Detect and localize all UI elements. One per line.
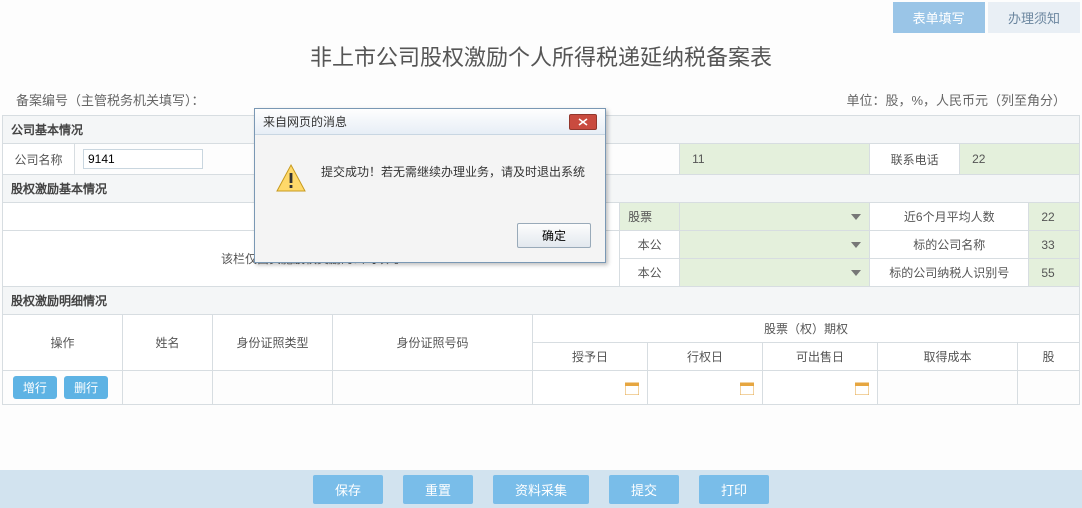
dialog-message: 提交成功！若无需继续办理业务，请及时退出系统	[321, 163, 585, 180]
incentive-dropdown-3[interactable]	[680, 259, 870, 287]
this-company-a: 本公	[620, 231, 680, 259]
col-11-cell: 11	[680, 144, 870, 175]
target-company-label: 标的公司名称	[870, 231, 1029, 259]
col-op: 操作	[3, 315, 123, 371]
tab-instructions[interactable]: 办理须知	[988, 2, 1080, 33]
incentive-dropdown-2[interactable]	[680, 231, 870, 259]
target-tax-id-label: 标的公司纳税人识别号	[870, 259, 1029, 287]
col-stock: 股	[1018, 343, 1080, 371]
dialog-ok-button[interactable]: 确定	[517, 223, 591, 248]
cell-grant-date[interactable]	[533, 371, 648, 405]
cell-cost[interactable]	[878, 371, 1018, 405]
avg-people-value[interactable]: 22	[1029, 203, 1080, 231]
col-cost: 取得成本	[878, 343, 1018, 371]
calendar-icon	[740, 381, 754, 395]
target-tax-id-value[interactable]: 55	[1029, 259, 1080, 287]
cell-sale-date[interactable]	[763, 371, 878, 405]
cell-id-type[interactable]	[213, 371, 333, 405]
cell-exercise-date[interactable]	[648, 371, 763, 405]
company-name-input[interactable]	[83, 149, 203, 169]
col-grant-date: 授予日	[533, 343, 648, 371]
message-dialog: 来自网页的消息 提交成功！若无需继续办理业务，请及时退出系统 确定	[254, 108, 606, 263]
dialog-title: 来自网页的消息	[263, 113, 347, 130]
print-button[interactable]: 打印	[699, 475, 769, 504]
chevron-down-icon	[851, 214, 861, 220]
submit-button[interactable]: 提交	[609, 475, 679, 504]
stock-cell: 股票	[620, 203, 680, 231]
col-group-stock: 股票（权）期权	[533, 315, 1080, 343]
reset-button[interactable]: 重置	[403, 475, 473, 504]
contact-value[interactable]: 22	[960, 144, 1080, 175]
chevron-down-icon	[851, 270, 861, 276]
collect-button[interactable]: 资料采集	[493, 475, 589, 504]
table-row: 增行 删行	[3, 371, 1080, 405]
calendar-icon	[855, 381, 869, 395]
avg-people-label: 近6个月平均人数	[870, 203, 1029, 231]
top-tabs: 表单填写 办理须知	[893, 2, 1080, 33]
unit-label: 单位：股，%，人民币元（列至角分）	[846, 90, 1066, 109]
cell-id-no[interactable]	[333, 371, 533, 405]
bottom-bar: 保存 重置 资料采集 提交 打印	[0, 470, 1082, 508]
close-icon	[577, 117, 589, 127]
delete-row-button[interactable]: 删行	[64, 376, 108, 399]
filing-number-label: 备案编号（主管税务机关填写）：	[16, 90, 205, 109]
warning-icon	[275, 163, 307, 195]
dialog-titlebar: 来自网页的消息	[255, 109, 605, 135]
col-name: 姓名	[123, 315, 213, 371]
col-sale-date: 可出售日	[763, 343, 878, 371]
dialog-close-button[interactable]	[569, 114, 597, 130]
target-company-value[interactable]: 33	[1029, 231, 1080, 259]
chevron-down-icon	[851, 242, 861, 248]
add-row-button[interactable]: 增行	[13, 376, 57, 399]
incentive-dropdown-1[interactable]	[680, 203, 870, 231]
company-name-label: 公司名称	[3, 144, 75, 175]
cell-stock[interactable]	[1018, 371, 1080, 405]
cell-name[interactable]	[123, 371, 213, 405]
col-id-type: 身份证照类型	[213, 315, 333, 371]
calendar-icon	[625, 381, 639, 395]
this-company-b: 本公	[620, 259, 680, 287]
col-id-no: 身份证照号码	[333, 315, 533, 371]
col-exercise-date: 行权日	[648, 343, 763, 371]
section-incentive-detail: 股权激励明细情况	[3, 287, 1080, 315]
tab-form-fill[interactable]: 表单填写	[893, 2, 985, 33]
contact-label: 联系电话	[870, 144, 960, 175]
save-button[interactable]: 保存	[313, 475, 383, 504]
detail-table: 操作 姓名 身份证照类型 身份证照号码 股票（权）期权 授予日 行权日 可出售日…	[2, 314, 1080, 405]
